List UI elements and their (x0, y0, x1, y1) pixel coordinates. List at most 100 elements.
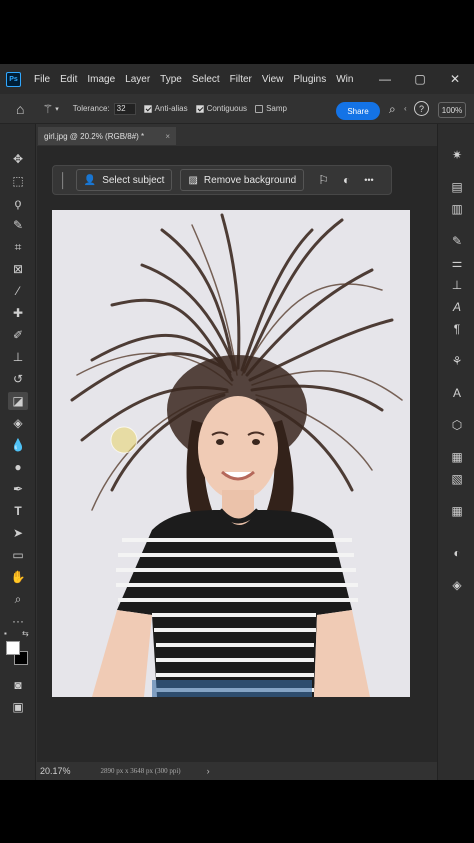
anti-alias-label: Anti-alias (154, 104, 188, 113)
checkbox-unchecked-icon (255, 104, 264, 113)
close-icon[interactable]: ✕ (440, 64, 470, 94)
tolerance-text: Tolerance: (72, 104, 110, 113)
status-expand-icon[interactable]: › (207, 766, 210, 776)
path-selection-tool-icon[interactable]: ➤ (8, 524, 28, 542)
document-canvas-image[interactable] (52, 210, 410, 697)
menu-select[interactable]: Select (187, 74, 225, 85)
menu-filter[interactable]: Filter (225, 74, 257, 85)
frame-tool-icon[interactable]: ⊠ (8, 260, 28, 278)
screen-mode-icon[interactable]: ▣ (8, 698, 28, 716)
clone-stamp-tool-icon[interactable]: ⊥ (8, 348, 28, 366)
select-subject-label: Select subject (102, 174, 165, 186)
blur-tool-icon[interactable]: 💧 (8, 436, 28, 454)
drag-handle-icon[interactable]: │ (59, 172, 68, 188)
right-panel-dock: ✷ ▤ ▥ ✎ ⚌ ⊥ A ¶ ⚘ A ⬡ ▦ ▧ ▦ ◐ ◈ (437, 124, 474, 780)
anti-alias-checkbox[interactable]: Anti-alias (143, 104, 188, 113)
more-options-icon[interactable]: ••• (364, 175, 373, 185)
contiguous-checkbox[interactable]: Contiguous (195, 104, 248, 113)
magic-wand-icon[interactable]: ⚚ (42, 102, 53, 116)
document-title: girl.jpg @ 20.2% (RGB/8#) * (44, 131, 145, 141)
patterns-icon[interactable]: ▦ (447, 502, 467, 520)
layers-icon[interactable]: ◈ (447, 576, 467, 594)
image-icon: ▨ (188, 174, 198, 186)
document-tab[interactable]: girl.jpg @ 20.2% (RGB/8#) * × (38, 127, 176, 145)
libraries-icon[interactable]: ▤ (447, 178, 467, 196)
status-bar: 20.17% 2890 px x 3648 px (300 ppi) › (37, 762, 437, 780)
adjustment-icon[interactable]: ◐ (343, 173, 350, 187)
adjustments-sliders-icon[interactable]: ⚌ (447, 254, 467, 272)
clone-source-icon[interactable]: ⊥ (447, 276, 467, 294)
rectangle-tool-icon[interactable]: ▭ (8, 546, 28, 564)
swatches-icon[interactable]: ▦ (447, 448, 467, 466)
help-icon[interactable]: ? (414, 101, 429, 116)
3d-icon[interactable]: ⚘ (447, 352, 467, 370)
tolerance-label: Tolerance: 32 (72, 102, 136, 115)
eyedropper-tool-icon[interactable]: ⁄ (8, 282, 28, 300)
adjustments-icon[interactable]: ◐ (447, 544, 467, 562)
quick-mask-icon[interactable]: ◙ (8, 676, 28, 694)
paint-bucket-tool-icon[interactable]: ◈ (8, 414, 28, 432)
search-icon[interactable]: ⌕ (389, 102, 396, 117)
zoom-tool-icon[interactable]: ⌕ (8, 590, 28, 608)
menu-file[interactable]: File (29, 74, 55, 85)
contiguous-label: Contiguous (206, 104, 248, 113)
lasso-tool-icon[interactable]: ϙ (8, 194, 28, 212)
menu-bar: Ps File Edit Image Layer Type Select Fil… (0, 64, 474, 94)
document-dimensions: 2890 px x 3648 px (300 ppi) (100, 767, 181, 775)
foreground-color-swatch[interactable] (6, 641, 20, 655)
swap-colors-icon[interactable]: ⇆ (22, 629, 29, 638)
menu-window[interactable]: Win (331, 74, 358, 85)
paragraph-icon[interactable]: ¶ (447, 320, 467, 338)
remove-background-button[interactable]: ▨ Remove background (180, 169, 305, 191)
menu-image[interactable]: Image (82, 74, 120, 85)
minimize-icon[interactable]: — (370, 64, 400, 94)
zoom-level[interactable]: 20.17% (40, 766, 71, 776)
checkbox-checked-icon (143, 104, 152, 113)
portrait-photo (52, 210, 410, 697)
menu-layer[interactable]: Layer (120, 74, 155, 85)
photoshop-logo-icon: Ps (6, 71, 21, 87)
type-tool-icon[interactable]: T (8, 502, 28, 520)
person-icon: 👤 (83, 174, 97, 186)
brushes-icon[interactable]: ✎ (447, 232, 467, 250)
healing-brush-tool-icon[interactable]: ✚ (8, 304, 28, 322)
hand-tool-icon[interactable]: ✋ (8, 568, 28, 586)
marquee-tool-icon[interactable]: ⬚ (8, 172, 28, 190)
tools-panel: ✥ ⬚ ϙ ✎ ⌗ ⊠ ⁄ ✚ ✐ ⊥ ↺ ◪ ◈ 💧 ● ✒ T ➤ ▭ ✋ … (0, 124, 36, 780)
home-icon[interactable]: ⌂ (16, 101, 24, 117)
gradients-icon[interactable]: ▧ (447, 470, 467, 488)
background-eraser-tool-icon[interactable]: ◪ (8, 392, 28, 410)
menu-plugins[interactable]: Plugins (288, 74, 331, 85)
remove-background-label: Remove background (203, 174, 297, 186)
sample-label: Samp (266, 104, 287, 113)
chevron-down-icon[interactable]: ▾ (55, 105, 59, 113)
menu-view[interactable]: View (257, 74, 289, 85)
cube-icon[interactable]: ⬡ (447, 416, 467, 434)
discover-icon[interactable]: ✷ (447, 146, 467, 164)
glyphs-icon[interactable]: A (447, 384, 467, 402)
more-tools-icon[interactable]: ··· (8, 612, 28, 630)
character-icon[interactable]: A (447, 298, 467, 316)
tolerance-input[interactable]: 32 (113, 102, 136, 115)
maximize-icon[interactable]: ▢ (405, 64, 435, 94)
dodge-tool-icon[interactable]: ● (8, 458, 28, 476)
chevron-right-icon: ‹ (404, 104, 407, 113)
crop-tool-icon[interactable]: ⌗ (8, 238, 28, 256)
quick-selection-tool-icon[interactable]: ✎ (8, 216, 28, 234)
close-tab-icon[interactable]: × (165, 132, 170, 141)
options-bar: ⌂ ⚚ ▾ Tolerance: 32 Anti-alias Contiguou… (0, 94, 474, 124)
layers-comps-icon[interactable]: ▥ (447, 200, 467, 218)
brush-tool-icon[interactable]: ✐ (8, 326, 28, 344)
move-tool-icon[interactable]: ✥ (8, 150, 28, 168)
share-button[interactable]: Share (336, 102, 380, 120)
zoom-percentage[interactable]: 100% (438, 102, 466, 118)
history-brush-tool-icon[interactable]: ↺ (8, 370, 28, 388)
pen-tool-icon[interactable]: ✒ (8, 480, 28, 498)
menu-edit[interactable]: Edit (55, 74, 82, 85)
contextual-task-bar: │ 👤 Select subject ▨ Remove background ⚐… (52, 165, 392, 195)
select-subject-button[interactable]: 👤 Select subject (75, 169, 173, 191)
menu-type[interactable]: Type (155, 74, 187, 85)
sample-all-layers-checkbox[interactable]: Samp (255, 104, 287, 113)
pin-icon[interactable]: ⚐ (318, 173, 329, 187)
default-colors-icon[interactable]: ▪ (4, 629, 7, 638)
